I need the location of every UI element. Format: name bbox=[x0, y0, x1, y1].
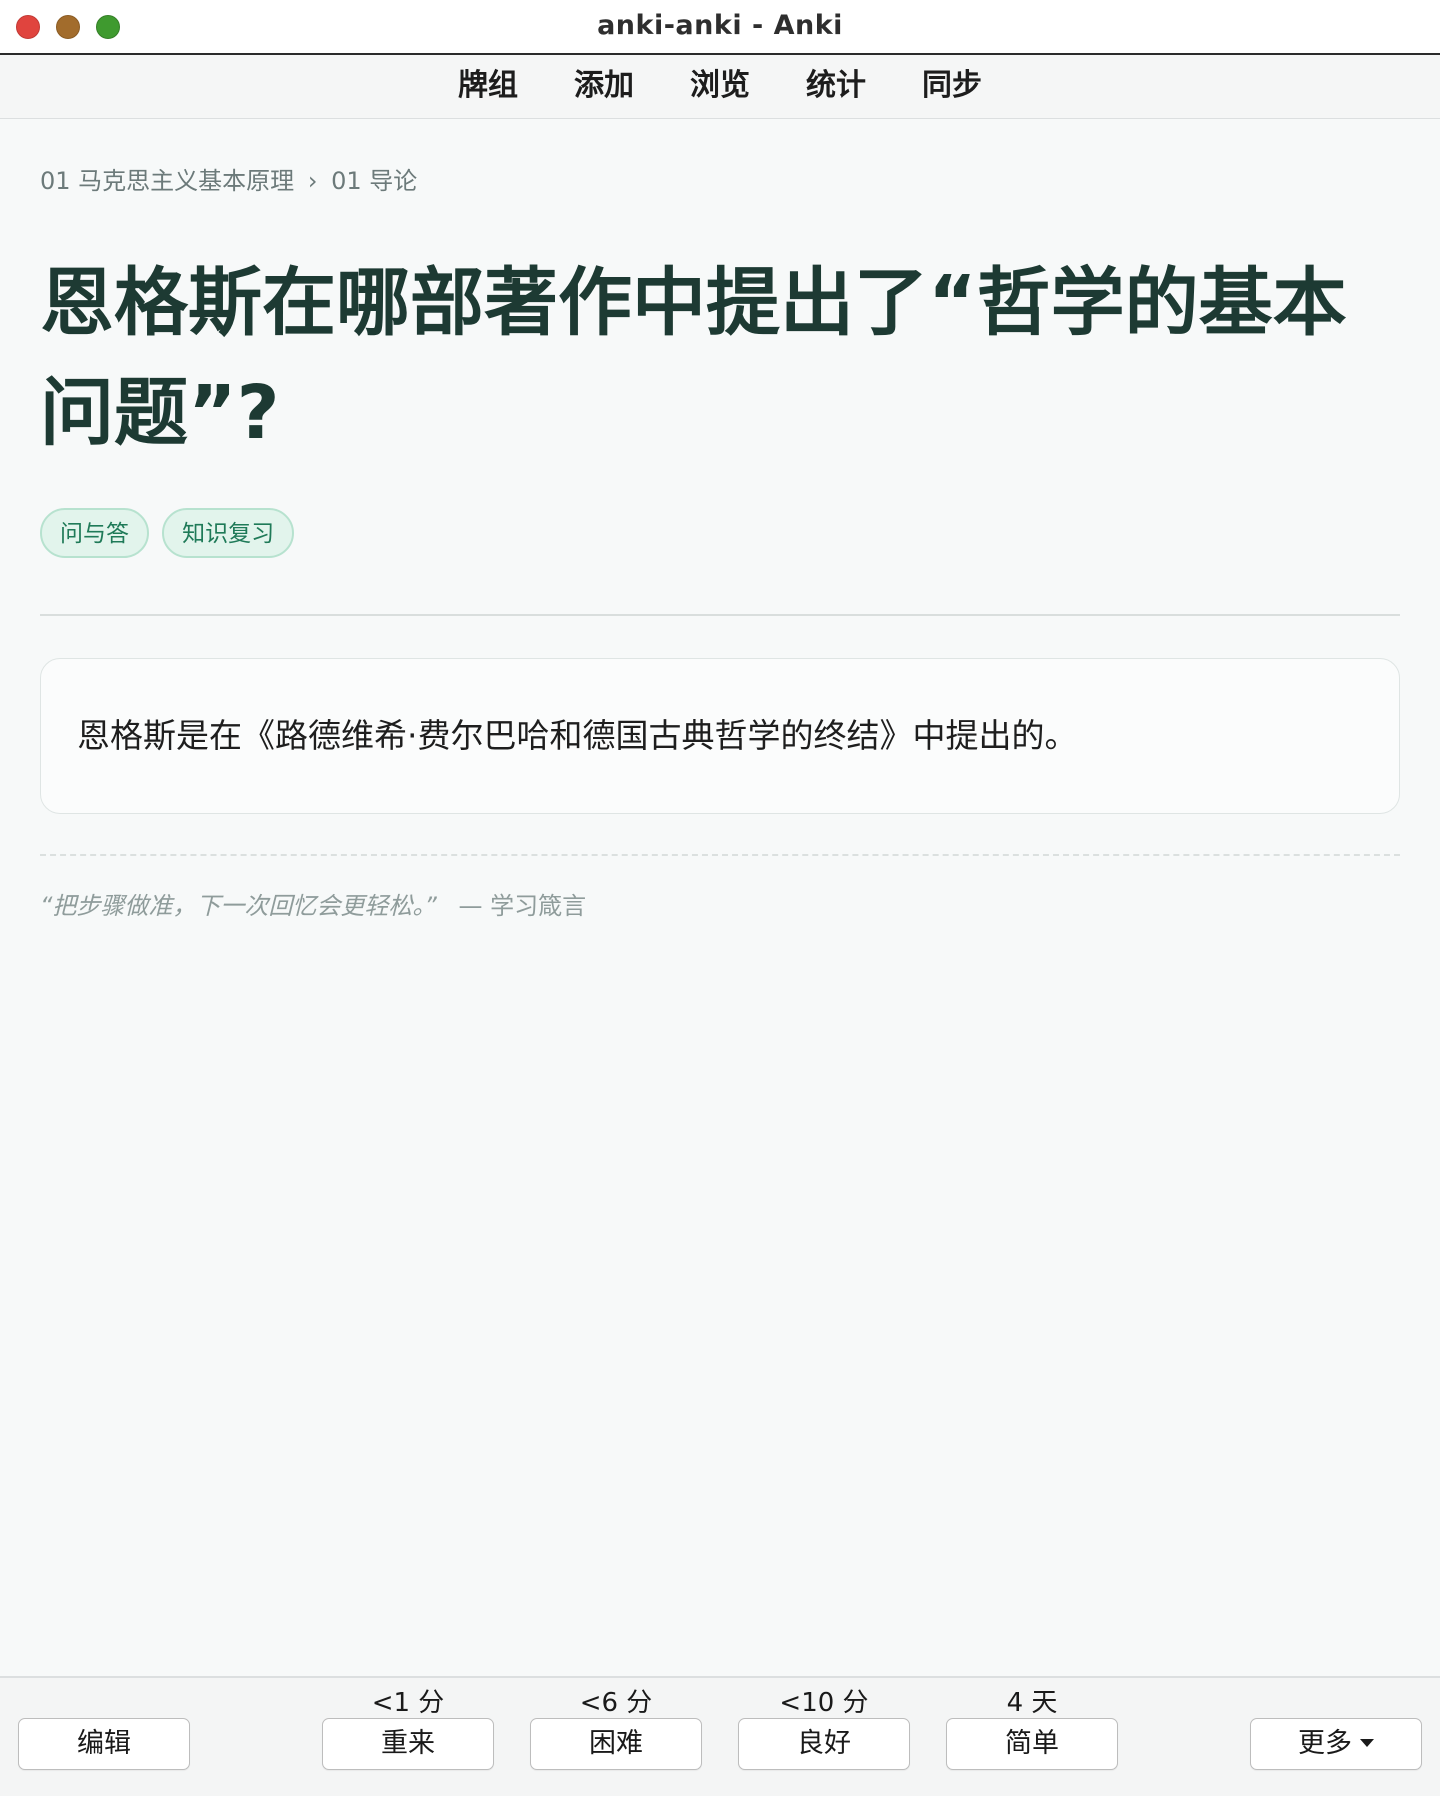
menu-add[interactable]: 添加 bbox=[574, 55, 634, 117]
tag-chip: 知识复习 bbox=[162, 508, 295, 558]
breadcrumb-separator: › bbox=[307, 167, 318, 195]
good-button[interactable]: 良好 bbox=[738, 1718, 910, 1770]
breadcrumb-deck: 01 马克思主义基本原理 bbox=[40, 167, 295, 195]
menu-sync[interactable]: 同步 bbox=[922, 55, 982, 117]
easy-interval: 4 天 bbox=[1006, 1688, 1058, 1718]
answer-text: 恩格斯是在《路德维希·费尔巴哈和德国古典哲学的终结》中提出的。 bbox=[77, 716, 1078, 755]
tag-list: 问与答 知识复习 bbox=[40, 508, 1400, 562]
dashed-divider bbox=[40, 854, 1400, 856]
good-interval: <10 分 bbox=[779, 1688, 869, 1718]
menu-decks[interactable]: 牌组 bbox=[458, 55, 518, 117]
more-button-label: 更多 bbox=[1298, 1728, 1352, 1759]
hard-button[interactable]: 困难 bbox=[530, 1718, 702, 1770]
anki-window: anki-anki - Anki 牌组 添加 浏览 统计 同步 01 马克思主义… bbox=[0, 0, 1440, 1796]
review-bottom-bar: 编辑 <1 分 重来 <6 分 困难 <10 分 良好 4 天 简单 更多 bbox=[0, 1676, 1440, 1796]
question-title: 恩格斯在哪部著作中提出了“哲学的基本问题”? bbox=[40, 260, 1347, 456]
again-button[interactable]: 重来 bbox=[322, 1718, 494, 1770]
title-bar: anki-anki - Anki bbox=[0, 0, 1440, 55]
chevron-down-icon bbox=[1360, 1739, 1374, 1747]
easy-button[interactable]: 简单 bbox=[946, 1718, 1118, 1770]
menu-stats[interactable]: 统计 bbox=[806, 55, 866, 117]
menu-browse[interactable]: 浏览 bbox=[690, 55, 750, 117]
top-menu-bar: 牌组 添加 浏览 统计 同步 bbox=[0, 55, 1440, 119]
edit-button[interactable]: 编辑 bbox=[18, 1718, 190, 1770]
breadcrumb: 01 马克思主义基本原理 › 01 导论 bbox=[40, 161, 1400, 196]
answer-card: 恩格斯是在《路德维希·费尔巴哈和德国古典哲学的终结》中提出的。 bbox=[40, 658, 1400, 814]
again-interval: <1 分 bbox=[371, 1688, 445, 1718]
more-button[interactable]: 更多 bbox=[1250, 1718, 1422, 1770]
hard-interval: <6 分 bbox=[579, 1688, 653, 1718]
tag-chip: 问与答 bbox=[40, 508, 149, 558]
window-title: anki-anki - Anki bbox=[597, 10, 843, 41]
card-content: 01 马克思主义基本原理 › 01 导论 恩格斯在哪部著作中提出了“哲学的基本问… bbox=[40, 119, 1400, 921]
breadcrumb-subdeck: 01 导论 bbox=[331, 167, 418, 195]
quote-source: — 学习箴言 bbox=[458, 892, 587, 920]
quote-text: “把步骤做准，下一次回忆会更轻松。” bbox=[40, 892, 437, 920]
motto-quote: “把步骤做准，下一次回忆会更轻松。” — 学习箴言 bbox=[40, 886, 1400, 921]
question-answer-divider bbox=[40, 614, 1400, 616]
